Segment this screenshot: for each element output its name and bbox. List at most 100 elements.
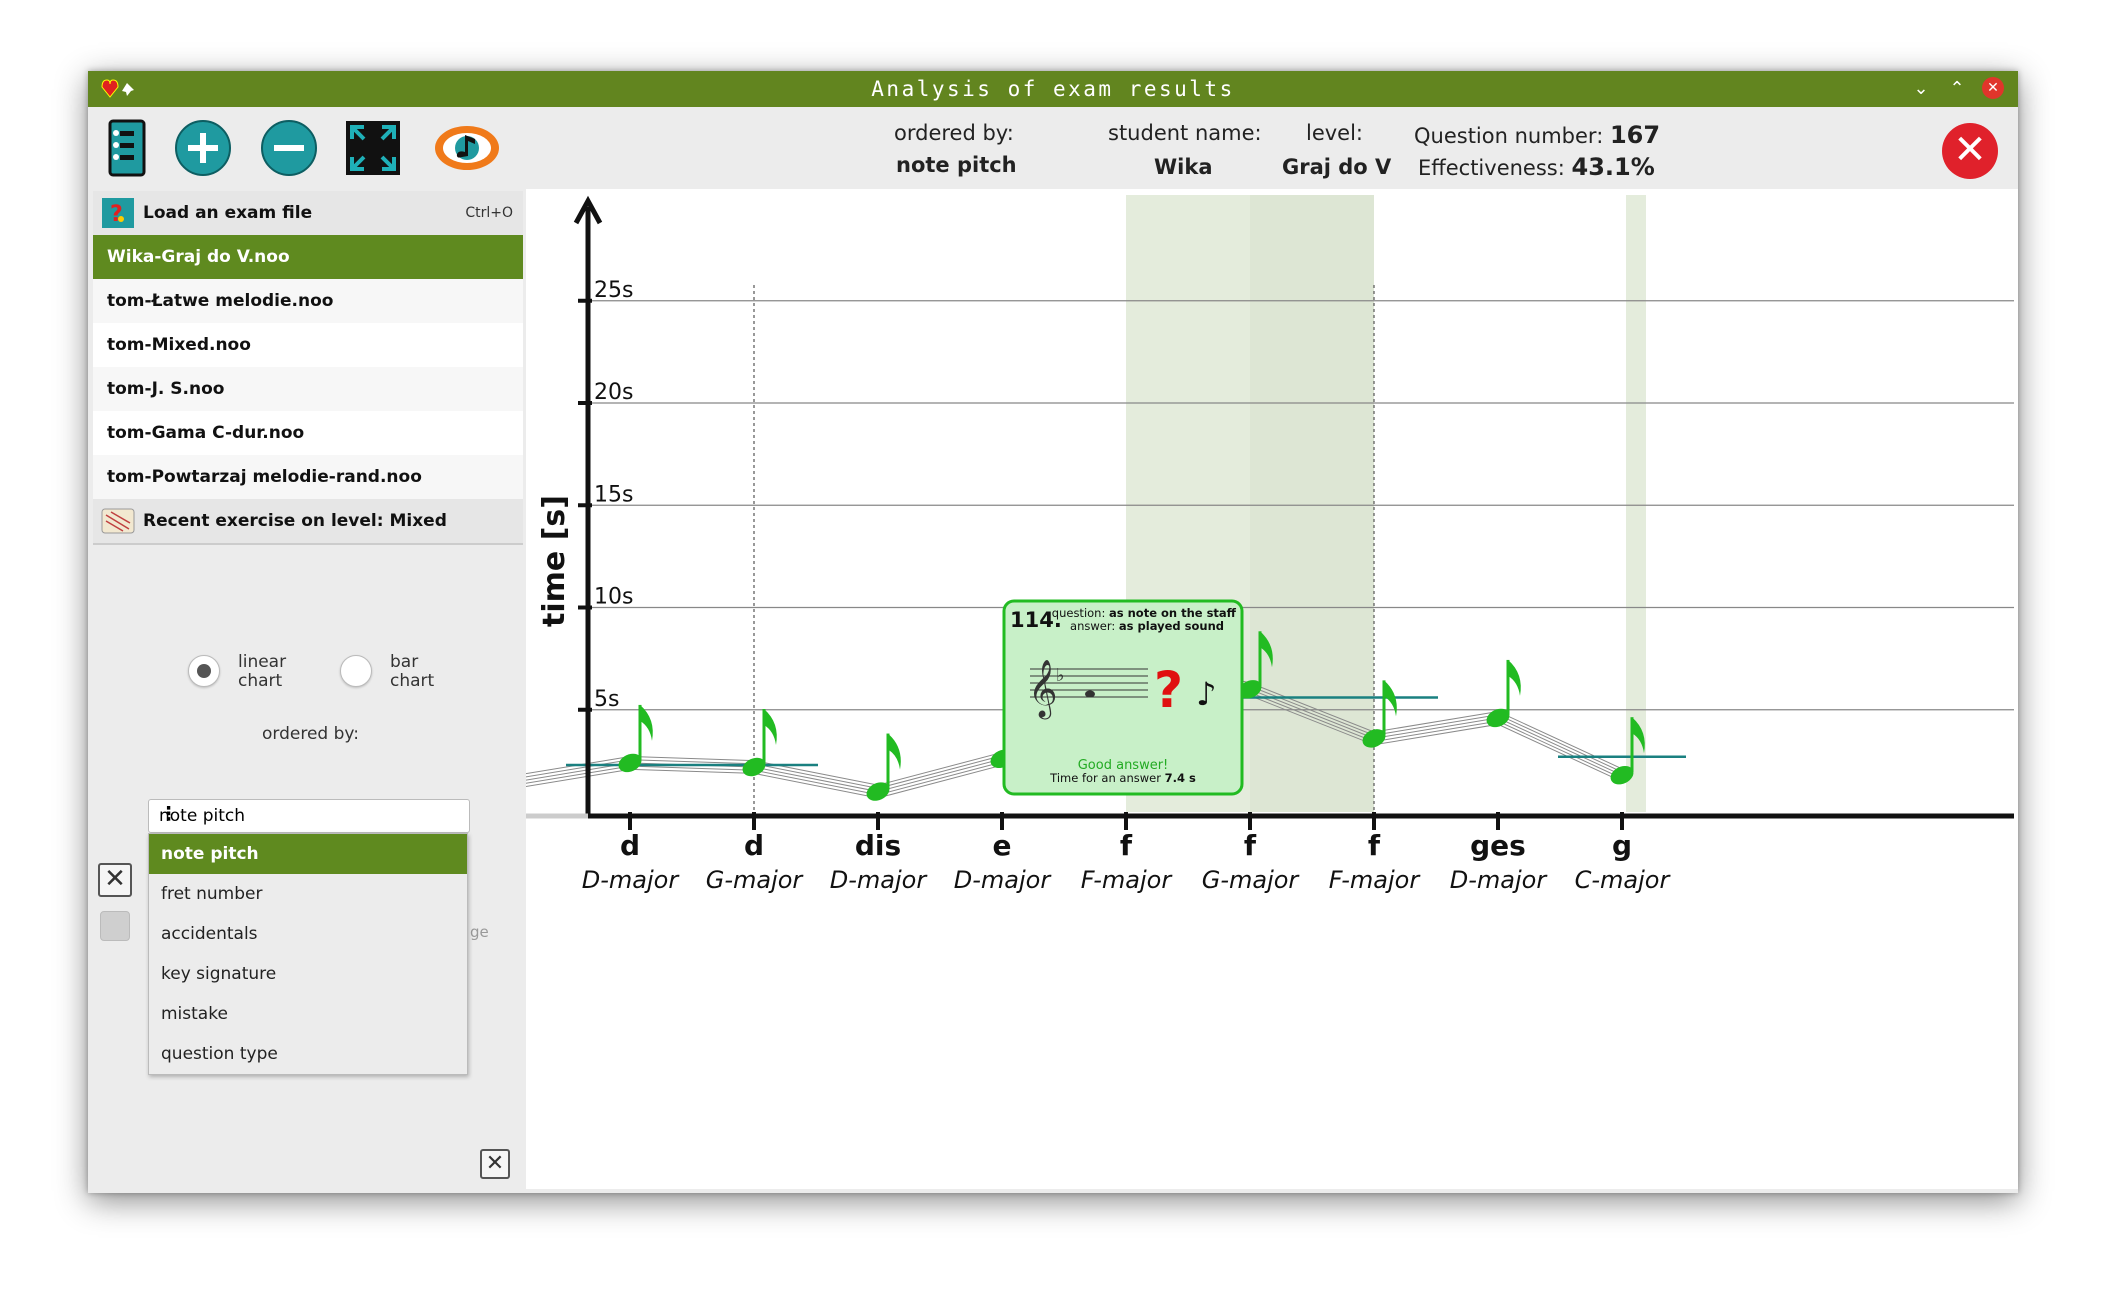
plus-icon — [175, 120, 231, 176]
tooltip-question: question: as note on the staff — [1052, 606, 1237, 620]
ordered-by-label: ordered by: — [894, 121, 1014, 145]
y-tick-label: 15s — [594, 482, 633, 507]
treble-clef-icon: 𝄞 — [1028, 659, 1058, 720]
question-number: Question number: 167 — [1414, 121, 1660, 149]
zoom-out-button[interactable] — [258, 117, 320, 179]
main-window: Analysis of exam results ⌄ ⌃ ✕ ordered b… — [88, 71, 2018, 1193]
level-label: level: — [1306, 121, 1364, 145]
toolbar: ordered by: note pitch student name: Wik… — [88, 107, 2018, 189]
y-tick-label: 25s — [594, 278, 633, 303]
kebab-icon: ⋮ — [159, 803, 178, 825]
dropdown-option[interactable]: fret number — [149, 874, 467, 914]
effectiveness: Effectiveness: 43.1% — [1418, 153, 1655, 181]
dropdown-option[interactable]: note pitch — [149, 834, 467, 874]
effectiveness-value: 43.1% — [1571, 153, 1655, 181]
linear-chart-label: linear chart — [238, 652, 287, 691]
eighth-note-icon: ♪ — [1196, 675, 1216, 713]
ordered-by-value: note pitch — [896, 153, 1017, 177]
flat-icon: ♭ — [1056, 665, 1065, 686]
x-key-label: G-major — [1202, 866, 1301, 894]
minimize-icon[interactable]: ⌄ — [1910, 78, 1932, 99]
window-close-icon[interactable]: ✕ — [1982, 77, 2004, 99]
dropdown-option[interactable]: accidentals — [149, 914, 467, 954]
x-key-label: F-major — [1329, 866, 1422, 894]
x-note-label: d — [620, 829, 640, 862]
question-note[interactable] — [1484, 659, 1521, 731]
recent-file-item[interactable]: tom-Gama C-dur.noo — [93, 411, 523, 455]
recent-exercise-item[interactable]: Recent exercise on level: Mixed — [93, 499, 523, 545]
x-key-label: D-major — [1450, 866, 1549, 894]
question-tooltip: 114. question: as note on the staff answ… — [1002, 599, 1244, 796]
x-note-label: f — [1120, 829, 1133, 862]
svg-text:?: ? — [110, 202, 123, 227]
highlight-band-inner — [1250, 195, 1374, 812]
x-key-label: D-major — [582, 866, 681, 894]
y-tick-label: 10s — [594, 585, 633, 610]
load-file-icon: ? — [102, 198, 134, 228]
student-name-label: student name: — [1108, 121, 1262, 145]
settings-list-button[interactable] — [102, 117, 164, 179]
recent-file-item[interactable]: tom-J. S.noo — [93, 367, 523, 411]
x-key-label: D-major — [830, 866, 929, 894]
checkbox[interactable] — [100, 911, 130, 941]
maximize-icon[interactable]: ⌃ — [1946, 78, 1968, 99]
y-axis-label: time [s] — [537, 495, 572, 627]
order-by-dropdown: note pitch fret number accidentals key s… — [148, 833, 468, 1075]
linear-chart-radio[interactable] — [188, 655, 220, 687]
close-analysis-button[interactable]: ✕ — [1942, 123, 1998, 179]
x-note-label: g — [1612, 829, 1632, 862]
x-note-label: ges — [1470, 829, 1526, 862]
order-by-select[interactable]: note pitch ⋮ — [148, 799, 470, 833]
tooltip-time: Time for an answer 7.4 s — [1049, 771, 1196, 785]
question-mark-icon: ? — [1154, 661, 1183, 719]
zoom-in-button[interactable] — [172, 117, 234, 179]
x-key-label: F-major — [1081, 866, 1174, 894]
ordered-by-caption: ordered by: — [262, 724, 359, 744]
results-chart: 5s 10s 15s 20s 25s d D-major d G-major dis D-major… — [526, 195, 2014, 894]
close-x-icon[interactable]: ✕ — [98, 863, 132, 897]
exercise-icon — [101, 508, 135, 534]
list-settings-icon — [108, 119, 146, 177]
level-value: Graj do V — [1282, 155, 1392, 179]
x-note-label: dis — [855, 829, 901, 862]
x-key-label: D-major — [954, 866, 1053, 894]
load-shortcut: Ctrl+O — [465, 205, 513, 221]
left-panel: ? Load an exam file Ctrl+O Wika-Graj do … — [88, 189, 524, 1193]
chart-area: 5s 10s 15s 20s 25s d D-major d G-major dis D-major… — [526, 189, 2018, 1189]
question-number-label: Question number: — [1414, 124, 1604, 148]
x-note-label: e — [993, 829, 1012, 862]
recent-file-item[interactable]: Wika-Graj do V.noo — [93, 235, 523, 279]
load-exam-file-item[interactable]: ? Load an exam file Ctrl+O — [93, 191, 523, 235]
dropdown-option[interactable]: question type — [149, 1034, 467, 1074]
bar-chart-radio[interactable] — [340, 655, 372, 687]
window-title: Analysis of exam results — [871, 77, 1235, 101]
dropdown-option[interactable]: mistake — [149, 994, 467, 1034]
student-name-value: Wika — [1154, 155, 1213, 179]
x-note-label: d — [744, 829, 764, 862]
x-key-label: G-major — [706, 866, 805, 894]
minus-icon — [261, 120, 317, 176]
bar-chart-label: bar chart — [390, 652, 435, 691]
x-key-label: C-major — [1575, 866, 1672, 894]
recent-file-item[interactable]: tom-Powtarzaj melodie-rand.noo — [93, 455, 523, 499]
highlight-band — [1626, 195, 1646, 812]
staff-note-icon — [1085, 690, 1095, 698]
close-panel-icon[interactable]: ✕ — [480, 1149, 510, 1179]
dropdown-option[interactable]: key signature — [149, 954, 467, 994]
fullscreen-icon — [346, 121, 400, 175]
title-bar: Analysis of exam results ⌄ ⌃ ✕ — [88, 71, 2018, 107]
y-tick-label: 20s — [594, 380, 633, 405]
question-number-value: 167 — [1609, 121, 1661, 149]
music-note-eye-icon — [435, 126, 499, 170]
question-note[interactable] — [740, 709, 777, 780]
fullscreen-button[interactable] — [342, 117, 404, 179]
y-tick-label: 5s — [594, 687, 619, 712]
recent-file-item[interactable]: tom-Łatwe melodie.noo — [93, 279, 523, 323]
radio-checked-dot — [197, 664, 211, 678]
play-exercise-button[interactable] — [432, 117, 502, 179]
x-note-label: f — [1368, 829, 1381, 862]
hidden-label-fragment: ge — [470, 923, 489, 941]
x-note-label: f — [1244, 829, 1257, 862]
recent-file-item[interactable]: tom-Mixed.noo — [93, 323, 523, 367]
effectiveness-label: Effectiveness: — [1418, 156, 1565, 180]
